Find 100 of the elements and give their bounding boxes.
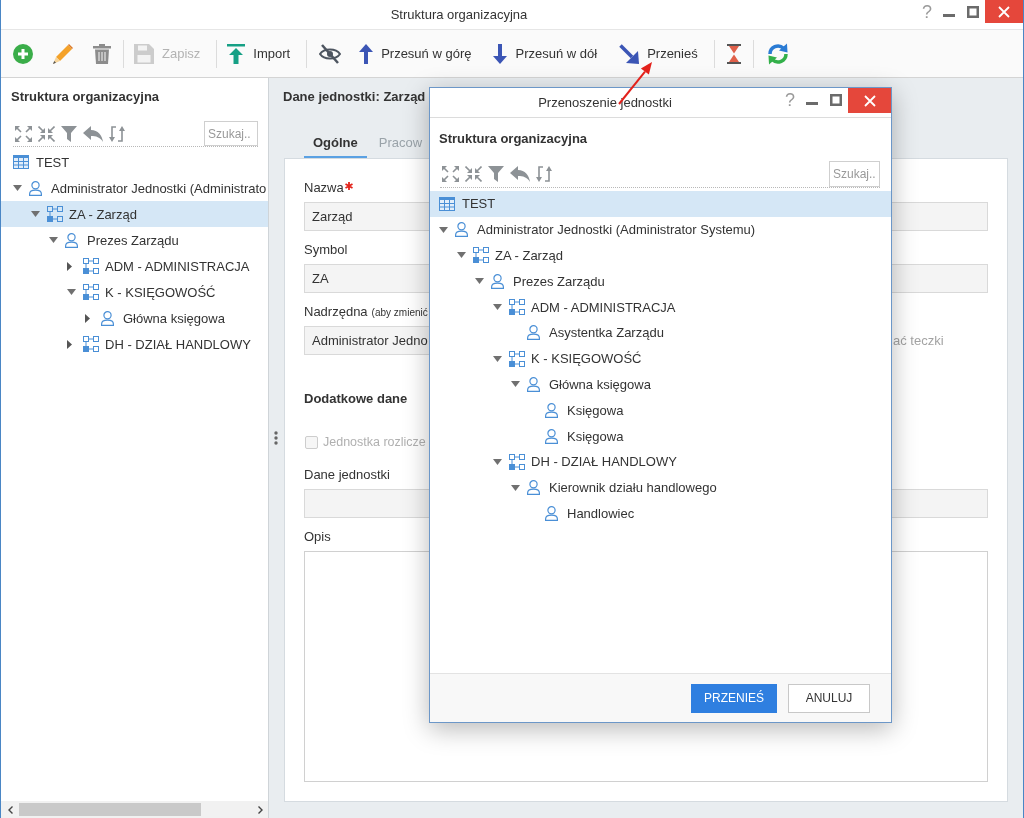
person-icon [527, 480, 540, 496]
person-icon [491, 273, 504, 289]
pencil-icon [53, 43, 73, 64]
panel-title: Struktura organizacyjna [11, 89, 160, 104]
field-label: Opis [304, 529, 331, 545]
search-field[interactable]: Szukaj.. [204, 121, 258, 146]
tree-item[interactable]: TEST [430, 191, 891, 217]
undo-icon[interactable] [83, 125, 103, 142]
cancel-button[interactable]: ANULUJ [788, 683, 870, 713]
dialog-title: Przenoszenie jednostki [538, 95, 672, 110]
tree-item[interactable]: Główna księgowa [1, 305, 268, 331]
filter-icon[interactable] [488, 166, 504, 182]
checkbox-label: Jednostka rozlicze [323, 435, 426, 449]
tree-item[interactable]: Prezes Zarządu [430, 268, 891, 295]
close-button[interactable] [985, 0, 1023, 23]
search-field[interactable]: Szukaj.. [829, 161, 880, 187]
caret-down-icon[interactable] [457, 252, 466, 259]
tree-item[interactable]: Handlowiec [430, 500, 891, 527]
building-icon [439, 196, 455, 211]
field-hint: (aby zmienić [371, 307, 428, 319]
org-chart-icon [83, 336, 99, 352]
arrow-up-icon [359, 43, 374, 64]
tree-item[interactable]: Księgowa [430, 423, 891, 449]
panel-title: Struktura organizacyjna [439, 131, 588, 146]
eye-slash-icon [319, 43, 342, 64]
caret-down-icon[interactable] [67, 289, 76, 295]
move-up-button[interactable]: Przesuń w górę [351, 30, 486, 77]
tree-item[interactable]: K - KSIĘGOWOŚĆ [1, 279, 268, 305]
collapse-icon[interactable] [38, 125, 55, 142]
caret-right-icon[interactable] [85, 313, 90, 323]
caret-down-icon[interactable] [511, 484, 520, 491]
panel-title: Dane jednostki: Zarząd [283, 89, 426, 104]
section-heading: Dodatkowe dane [304, 391, 408, 406]
tree-item[interactable]: DH - DZIAŁ HANDLOWY [1, 331, 268, 357]
tree-item[interactable]: Główna księgowa [430, 371, 891, 398]
person-icon [65, 232, 78, 248]
scrollbar-thumb[interactable] [19, 803, 201, 816]
person-icon [527, 325, 540, 341]
caret-down-icon[interactable] [493, 304, 502, 311]
splitter-handle-icon[interactable] [274, 431, 278, 445]
tree-item[interactable]: ZA - Zarząd [430, 242, 891, 269]
tree-item[interactable]: Kierownik działu handlowego [430, 474, 891, 501]
maximize-icon [967, 5, 979, 18]
bent-arrows-icon[interactable] [109, 124, 125, 143]
maximize-icon [830, 93, 842, 106]
expand-icon[interactable] [15, 125, 32, 142]
move-down-button[interactable]: Przesuń w dół [485, 30, 612, 77]
caret-down-icon[interactable] [475, 278, 484, 285]
person-icon [29, 180, 42, 196]
arrow-up-bar-icon [227, 43, 246, 64]
person-icon [545, 505, 558, 521]
close-icon [863, 94, 876, 107]
move-button[interactable]: Przenieś [611, 30, 712, 77]
field-label: Nazwa [304, 180, 344, 196]
tree-item[interactable]: TEST [1, 149, 268, 175]
chevron-left-icon[interactable] [8, 805, 13, 814]
caret-down-icon[interactable] [31, 211, 40, 217]
building-icon [13, 155, 29, 169]
tree-item[interactable]: ZA - Zarząd [1, 201, 268, 227]
tree-item[interactable]: Księgowa [430, 397, 891, 424]
tree-item[interactable]: DH - DZIAŁ HANDLOWY [430, 448, 891, 475]
field-label: Symbol [304, 242, 348, 258]
caret-right-icon[interactable] [67, 261, 72, 271]
chevron-right-icon[interactable] [258, 805, 263, 814]
tree-item[interactable]: Administrator Jednostki (Administrato [1, 175, 268, 201]
field-label: Nadrzędna [304, 304, 368, 320]
caret-right-icon[interactable] [67, 339, 72, 349]
collapse-icon[interactable] [465, 166, 482, 182]
org-chart-icon [83, 258, 99, 274]
person-icon [455, 222, 468, 238]
org-chart-icon [509, 299, 525, 316]
close-button[interactable] [848, 88, 891, 113]
org-chart-icon [47, 206, 63, 222]
tree-item[interactable]: Asystentka Zarządu [430, 320, 891, 346]
org-chart-icon [509, 350, 525, 367]
caret-down-icon[interactable] [511, 381, 520, 388]
org-chart-icon [83, 284, 99, 300]
caret-down-icon[interactable] [439, 226, 448, 233]
filter-icon[interactable] [61, 125, 77, 142]
import-button[interactable]: Import [219, 30, 305, 77]
person-icon [527, 376, 540, 392]
org-chart-icon [509, 453, 525, 470]
field-label: Dane jednostki [304, 467, 390, 483]
tree-item[interactable]: K - KSIĘGOWOŚĆ [430, 345, 891, 372]
caret-down-icon[interactable] [49, 237, 58, 243]
confirm-button[interactable]: PRZENIEŚ [691, 683, 777, 713]
bent-arrows-icon[interactable] [536, 165, 552, 183]
minimize-icon [943, 14, 955, 17]
caret-down-icon[interactable] [493, 458, 502, 465]
tree-item[interactable]: ADM - ADMINISTRACJA [430, 294, 891, 320]
trash-icon [93, 43, 111, 64]
refresh-icon [765, 41, 790, 66]
caret-down-icon[interactable] [13, 185, 22, 191]
undo-icon[interactable] [510, 166, 530, 182]
tree-item[interactable]: Administrator Jednostki (Administrator Systemu) [430, 216, 891, 243]
close-icon [998, 5, 1010, 18]
expand-icon[interactable] [442, 166, 459, 182]
tree-item[interactable]: ADM - ADMINISTRACJA [1, 253, 268, 279]
tree-item[interactable]: Prezes Zarządu [1, 227, 268, 253]
horizontal-scrollbar[interactable] [1, 801, 268, 818]
